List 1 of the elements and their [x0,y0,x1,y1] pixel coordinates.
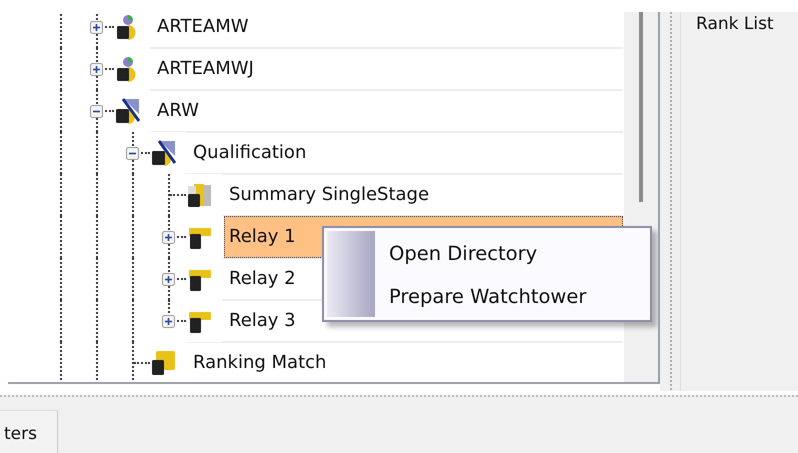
panel-title: Rank List [696,13,774,36]
